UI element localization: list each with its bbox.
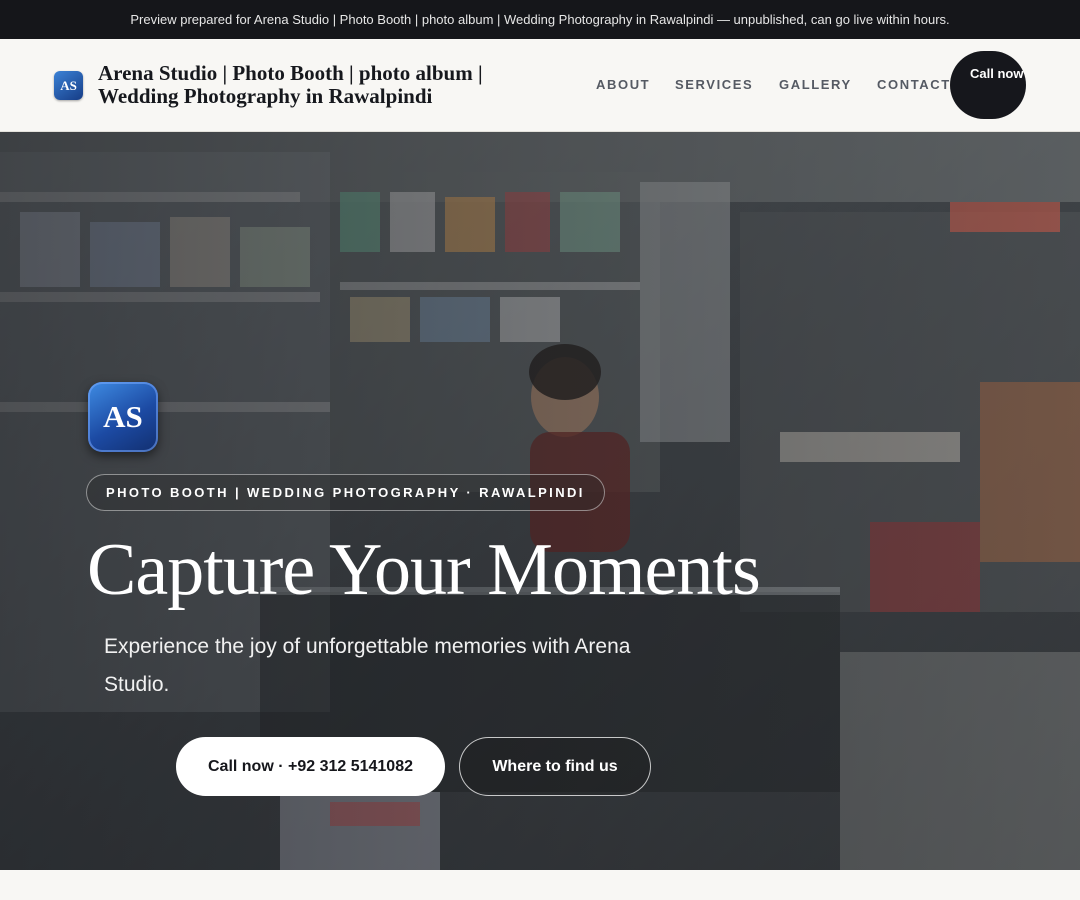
brand-title[interactable]: Arena Studio | Photo Booth | photo album… bbox=[98, 62, 538, 108]
nav-link-gallery[interactable]: GALLERY bbox=[779, 77, 852, 92]
nav-link-services[interactable]: SERVICES bbox=[675, 77, 753, 92]
call-now-button[interactable]: Call now · +92 312 5141082 bbox=[176, 737, 445, 796]
brand-logo[interactable]: AS bbox=[54, 71, 83, 100]
hero-logo: AS bbox=[88, 382, 158, 452]
preview-banner: Preview prepared for Arena Studio | Phot… bbox=[0, 0, 1080, 39]
header-call-button[interactable]: Call now bbox=[950, 51, 1026, 119]
nav-link-contact[interactable]: CONTACT bbox=[877, 77, 951, 92]
hero-tagline: PHOTO BOOTH | WEDDING PHOTOGRAPHY · RAWA… bbox=[86, 474, 605, 511]
hero-subtitle: Experience the joy of unforgettable memo… bbox=[104, 635, 631, 696]
hero-section: AS PHOTO BOOTH | WEDDING PHOTOGRAPHY · R… bbox=[0, 132, 1080, 870]
nav-link-about[interactable]: ABOUT bbox=[596, 77, 650, 92]
preview-banner-text: Preview prepared for Arena Studio | Phot… bbox=[130, 12, 950, 27]
site-header: AS Arena Studio | Photo Booth | photo al… bbox=[0, 39, 1080, 132]
where-to-find-us-button[interactable]: Where to find us bbox=[459, 737, 651, 796]
hero-title: Capture Your Moments bbox=[87, 529, 761, 611]
